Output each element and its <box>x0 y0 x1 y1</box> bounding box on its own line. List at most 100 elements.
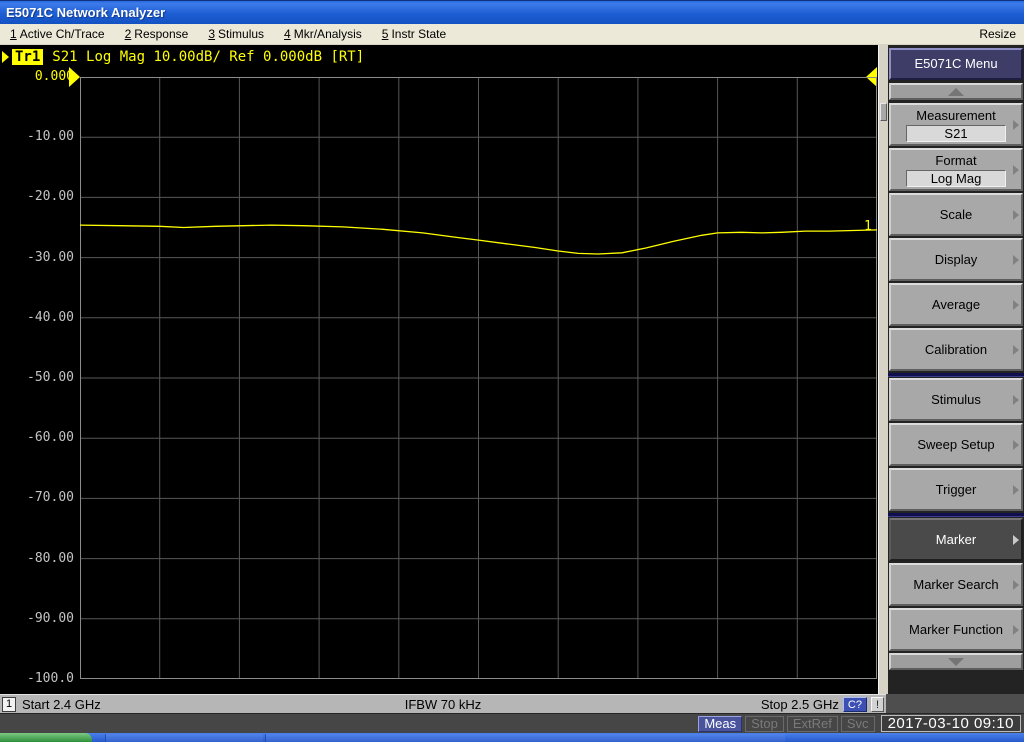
y-tick-label: -60.00 <box>0 429 74 447</box>
softkey-label: Sweep Setup <box>891 437 1021 453</box>
softkey-stimulus[interactable]: Stimulus <box>889 378 1023 421</box>
menu-stimulus[interactable]: 3Stimulus <box>198 27 274 41</box>
scrollbar-thumb[interactable] <box>880 103 887 121</box>
softkey-scrollbar[interactable] <box>878 45 888 694</box>
menu-response[interactable]: 2Response <box>115 27 199 41</box>
menu-label: Mkr/Analysis <box>294 27 362 41</box>
softkey-value: Log Mag <box>906 170 1006 187</box>
y-tick-label: -50.00 <box>0 369 74 387</box>
softkey-scale[interactable]: Scale <box>889 193 1023 236</box>
triangle-up-icon <box>948 88 964 96</box>
y-tick-label: -20.00 <box>0 188 74 206</box>
instrument-screen: Tr1 S21 Log Mag 10.00dB/ Ref 0.000dB [RT… <box>0 45 1024 694</box>
start-button[interactable] <box>0 733 92 742</box>
softkey-menu-title: E5071C Menu <box>889 48 1023 80</box>
menu-label: Instr State <box>391 27 446 41</box>
correction-status-badge: C? <box>843 697 867 712</box>
menu-accel: 3 <box>208 27 215 41</box>
y-tick-label: -100.0 <box>0 670 74 688</box>
chevron-right-icon <box>1013 580 1019 590</box>
softkey-marker-search[interactable]: Marker Search <box>889 563 1023 606</box>
window-title: E5071C Network Analyzer <box>6 5 165 20</box>
chevron-right-icon <box>1013 165 1019 175</box>
plot-svg <box>80 77 877 679</box>
softkey-label: Stimulus <box>891 392 1021 408</box>
menu-active-ch-trace[interactable]: 1Active Ch/Trace <box>0 27 115 41</box>
menu-resize[interactable]: Resize <box>979 27 1024 41</box>
y-tick-label: -70.00 <box>0 489 74 507</box>
annunciator-svc: Svc <box>841 716 875 732</box>
annunciator-meas: Meas <box>698 716 742 732</box>
menu-accel: 2 <box>125 27 132 41</box>
softkey-trigger[interactable]: Trigger <box>889 468 1023 511</box>
active-trace-arrow-icon <box>2 51 9 63</box>
channel-status-bar: IFBW 70 kHz 1 Start 2.4 GHz Stop 2.5 GHz… <box>0 694 886 713</box>
softkey-value: S21 <box>906 125 1006 142</box>
softkey-group-separator <box>888 513 1024 517</box>
trace-header: Tr1 S21 Log Mag 10.00dB/ Ref 0.000dB [RT… <box>2 48 364 66</box>
softkey-label: Trigger <box>891 482 1021 498</box>
chevron-right-icon <box>1013 345 1019 355</box>
softkey-label: Marker <box>891 532 1021 548</box>
softkey-label: Display <box>891 252 1021 268</box>
y-tick-label: -80.00 <box>0 550 74 568</box>
trace-settings-text: S21 Log Mag 10.00dB/ Ref 0.000dB [RT] <box>52 49 364 65</box>
chevron-right-icon <box>1013 210 1019 220</box>
menu-accel: 1 <box>10 27 17 41</box>
chevron-right-icon <box>1013 120 1019 130</box>
menu-label: Response <box>134 27 188 41</box>
ifbw-readout: IFBW 70 kHz <box>0 697 886 712</box>
chevron-right-icon <box>1013 395 1019 405</box>
annunciator-stop: Stop <box>745 716 784 732</box>
chevron-right-icon <box>1013 485 1019 495</box>
y-tick-label: -40.00 <box>0 309 74 327</box>
warning-badge: ! <box>871 697 884 712</box>
softkey-scroll-up-button[interactable] <box>889 83 1023 100</box>
y-tick-label: 0.000 <box>0 68 74 86</box>
triangle-down-icon <box>948 658 964 666</box>
softkey-label: Average <box>891 297 1021 313</box>
softkey-sweep-setup[interactable]: Sweep Setup <box>889 423 1023 466</box>
instrument-status-bar: Meas Stop ExtRef Svc 2017-03-10 09:10 <box>0 713 1024 733</box>
softkey-label: Measurement <box>891 108 1021 124</box>
softkey-format[interactable]: Format Log Mag <box>889 148 1023 191</box>
softkey-display[interactable]: Display <box>889 238 1023 281</box>
chevron-right-icon <box>1013 300 1019 310</box>
menu-instr-state[interactable]: 5Instr State <box>372 27 456 41</box>
softkey-group-separator <box>888 373 1024 377</box>
chevron-right-icon <box>1013 535 1019 545</box>
channel-bar-filler <box>886 694 1024 713</box>
datetime-readout: 2017-03-10 09:10 <box>881 715 1021 732</box>
softkey-marker-function[interactable]: Marker Function <box>889 608 1023 651</box>
chevron-right-icon <box>1013 440 1019 450</box>
y-tick-label: -10.00 <box>0 128 74 146</box>
trace-label-chip[interactable]: Tr1 <box>12 49 43 65</box>
menu-accel: 5 <box>382 27 389 41</box>
window-title-bar: E5071C Network Analyzer <box>0 0 1024 24</box>
trace-end-number: 1 <box>864 219 872 234</box>
softkey-marker[interactable]: Marker <box>889 518 1023 561</box>
menu-bar: 1Active Ch/Trace 2Response 3Stimulus 4Mk… <box>0 24 1024 45</box>
softkey-measurement[interactable]: Measurement S21 <box>889 103 1023 146</box>
softkey-label: Calibration <box>891 342 1021 358</box>
taskbar-button[interactable] <box>265 734 785 742</box>
stop-frequency-readout: Stop 2.5 GHz <box>761 697 839 712</box>
taskbar-button[interactable] <box>105 734 263 742</box>
softkey-menu: E5071C Menu Measurement S21 Format Log M… <box>888 45 1024 694</box>
menu-mkr-analysis[interactable]: 4Mkr/Analysis <box>274 27 372 41</box>
menu-label: Stimulus <box>218 27 264 41</box>
menu-accel: 4 <box>284 27 291 41</box>
y-axis-labels: 0.000 -10.00 -20.00 -30.00 -40.00 -50.00… <box>0 68 74 688</box>
reference-level-marker-left-icon <box>69 67 80 87</box>
chevron-right-icon <box>1013 625 1019 635</box>
softkey-label: Scale <box>891 207 1021 223</box>
y-tick-label: -90.00 <box>0 610 74 628</box>
menu-label: Active Ch/Trace <box>20 27 105 41</box>
annunciator-extref: ExtRef <box>787 716 838 732</box>
softkey-label: Marker Search <box>891 577 1021 593</box>
softkey-scroll-down-button[interactable] <box>889 653 1023 670</box>
softkey-average[interactable]: Average <box>889 283 1023 326</box>
chevron-right-icon <box>1013 255 1019 265</box>
softkey-calibration[interactable]: Calibration <box>889 328 1023 371</box>
os-taskbar <box>0 733 1024 742</box>
